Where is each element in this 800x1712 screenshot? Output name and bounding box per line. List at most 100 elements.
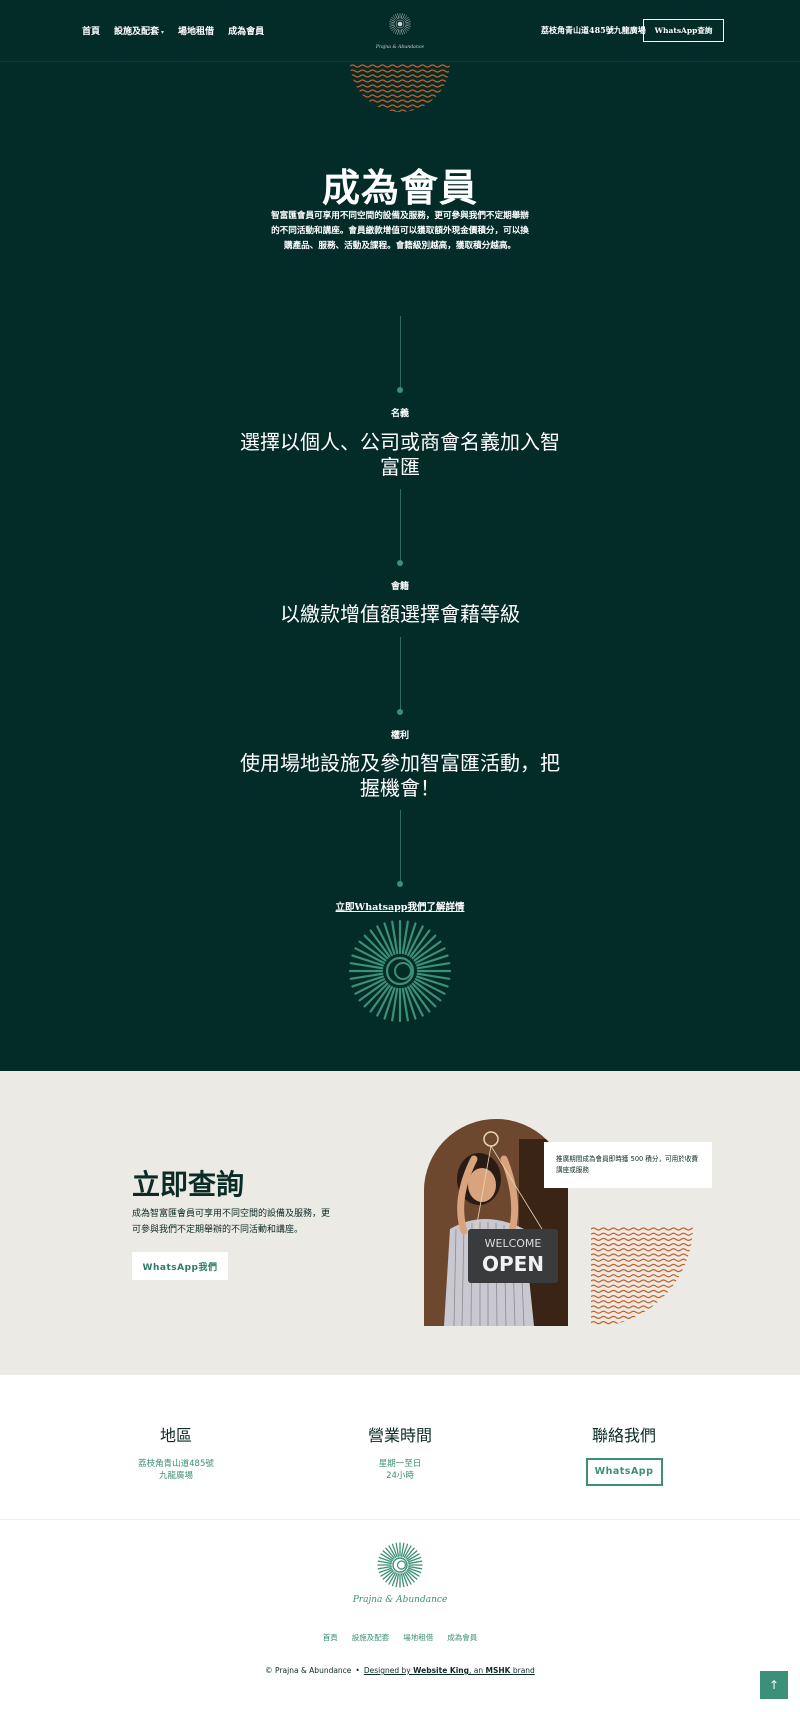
step-text-benefits: 使用場地設施及參加智富匯活動，把握機會！ xyxy=(240,751,560,800)
wave-line xyxy=(350,89,450,93)
timeline-dot xyxy=(397,881,403,887)
chevron-down-icon: ▾ xyxy=(161,29,165,36)
arrow-up-icon: ↑ xyxy=(768,1678,780,1692)
footer-link-venue-rental[interactable]: 場地租借 xyxy=(403,1632,433,1643)
nav-menu: 首頁 設施及配套 ▾ 場地租借 成為會員 xyxy=(82,24,264,37)
photo-sign-open: OPEN xyxy=(482,1252,544,1276)
footer-menu: 首頁 設施及配套 場地租借 成為會員 xyxy=(0,1632,800,1643)
hero-description: 智富匯會員可享用不同空間的設備及服務，更可參與我們不定期舉辦的不同活動和講座。會… xyxy=(271,211,529,251)
timeline-dot xyxy=(397,387,403,393)
brand-logo-script: Prajna & Abundance xyxy=(375,44,425,50)
step-text-membership: 以繳款增值額選擇會藉等級 xyxy=(280,602,520,626)
hours-column: 營業時間 星期一至日 24小時 xyxy=(300,1422,500,1482)
wave-pattern-top xyxy=(350,64,450,112)
header-address: 荔枝角青山道485號九龍廣場 xyxy=(541,25,646,35)
footer-link-membership[interactable]: 成為會員 xyxy=(447,1632,477,1643)
wave-line xyxy=(591,1274,693,1278)
step-label-identity: 名義 xyxy=(390,409,409,419)
wave-line xyxy=(591,1237,693,1241)
location-column: 地區 荔枝角青山道485號 九龍廣場 xyxy=(76,1422,276,1482)
step-label-benefits: 權利 xyxy=(390,731,409,741)
logo-ray xyxy=(400,29,403,35)
wave-line xyxy=(591,1263,693,1267)
credit-mid: , an xyxy=(468,1666,486,1675)
top-navigation: 首頁 設施及配套 ▾ 場地租借 成為會員 Prajna & Abundance 荔… xyxy=(0,0,800,62)
photo-sign-welcome: WELCOME xyxy=(485,1237,542,1250)
info-section: 地區 荔枝角青山道485號 九龍廣場 營業時間 星期一至日 24小時 聯絡我們 … xyxy=(0,1375,800,1520)
whatsapp-details-link[interactable]: 立即Whatsapp我們了解詳情 xyxy=(0,899,800,913)
wave-line xyxy=(591,1279,693,1283)
nav-item-home[interactable]: 首頁 xyxy=(82,24,100,37)
wave-line xyxy=(591,1295,693,1299)
credit-brand: Website King xyxy=(413,1666,469,1675)
wave-line xyxy=(350,84,450,88)
logo-ray xyxy=(397,13,400,19)
logo-ray xyxy=(397,29,400,35)
wave-pattern-side xyxy=(591,1227,693,1325)
nav-item-facilities[interactable]: 設施及配套 ▾ xyxy=(114,24,164,37)
contact-title: 聯絡我們 xyxy=(591,1426,656,1445)
timeline-line xyxy=(399,489,401,561)
credit-prefix: Designed by xyxy=(363,1666,414,1675)
wave-line xyxy=(591,1269,693,1273)
timeline-dot xyxy=(397,560,403,566)
logo-ray xyxy=(405,21,411,24)
nav-item-venue-rental[interactable]: 場地租借 xyxy=(178,24,214,37)
wave-line xyxy=(591,1289,693,1293)
footer-logo[interactable]: Prajna & Abundance xyxy=(349,1542,451,1608)
timeline-dot xyxy=(397,709,403,715)
credit-suffix: brand xyxy=(510,1666,535,1675)
hero-section: 首頁 設施及配套 ▾ 場地租借 成為會員 Prajna & Abundance 荔… xyxy=(0,0,800,1071)
location-title: 地區 xyxy=(159,1426,192,1445)
wave-line xyxy=(591,1315,693,1319)
copyright-text: © Prajna & Abundance xyxy=(265,1666,352,1675)
hours-line-1: 星期一至日 xyxy=(378,1459,422,1469)
timeline-line xyxy=(399,637,401,710)
step-text-identity: 選擇以個人、公司或商會名義加入智富匯 xyxy=(240,430,560,479)
scroll-to-top-button[interactable]: ↑ xyxy=(760,1671,788,1699)
wave-line xyxy=(350,104,450,108)
nav-item-facilities-label: 設施及配套 xyxy=(114,27,160,37)
whatsapp-enquiry-button[interactable]: WhatsApp查詢 xyxy=(643,19,724,42)
nav-item-membership[interactable]: 成為會員 xyxy=(228,24,264,37)
wave-line xyxy=(350,94,450,98)
wave-line xyxy=(350,64,450,68)
wave-line xyxy=(350,99,450,103)
footer-logo-script: Prajna & Abundance xyxy=(352,1595,448,1605)
footer-copyright: © Prajna & Abundance • Designed by Website… xyxy=(0,1666,800,1675)
logo-ray xyxy=(405,24,411,27)
timeline-line xyxy=(399,810,401,882)
wave-line xyxy=(591,1305,693,1309)
wave-line xyxy=(350,74,450,78)
logo-ray xyxy=(389,24,395,27)
wave-line xyxy=(350,109,450,112)
wave-line xyxy=(591,1248,693,1252)
wave-line xyxy=(591,1243,693,1247)
footer-separator: • xyxy=(355,1666,360,1675)
enquiry-title: 立即查詢 xyxy=(132,1168,245,1201)
sunburst-icon xyxy=(349,920,451,1022)
wave-line xyxy=(591,1321,693,1325)
whatsapp-us-button[interactable]: WhatsApp我們 xyxy=(132,1252,228,1280)
designer-credit-link[interactable]: Designed by Website King, an MSHK brand xyxy=(364,1666,535,1675)
wave-line xyxy=(591,1284,693,1288)
wave-line xyxy=(591,1232,693,1236)
wave-line xyxy=(591,1310,693,1314)
step-label-membership: 會籍 xyxy=(390,582,409,592)
wave-line xyxy=(350,79,450,83)
wave-line xyxy=(591,1253,693,1257)
footer-link-facilities[interactable]: 設施及配套 xyxy=(352,1632,390,1643)
wave-line xyxy=(350,69,450,73)
credit-parent: MSHK xyxy=(485,1666,511,1675)
location-line-1: 荔枝角青山道485號 xyxy=(138,1459,214,1469)
brand-logo[interactable]: Prajna & Abundance xyxy=(369,10,431,52)
location-line-2: 九龍廣場 xyxy=(158,1471,193,1481)
logo-ray xyxy=(389,21,395,24)
contact-whatsapp-button[interactable]: WhatsApp xyxy=(585,1458,663,1486)
wave-line xyxy=(591,1300,693,1304)
hours-title: 營業時間 xyxy=(367,1426,432,1445)
site-footer: Prajna & Abundance 首頁 設施及配套 場地租借 成為會員 © … xyxy=(0,1520,800,1712)
footer-link-home[interactable]: 首頁 xyxy=(323,1632,338,1643)
page-title: 成為會員 xyxy=(321,165,478,210)
wave-line xyxy=(591,1258,693,1262)
